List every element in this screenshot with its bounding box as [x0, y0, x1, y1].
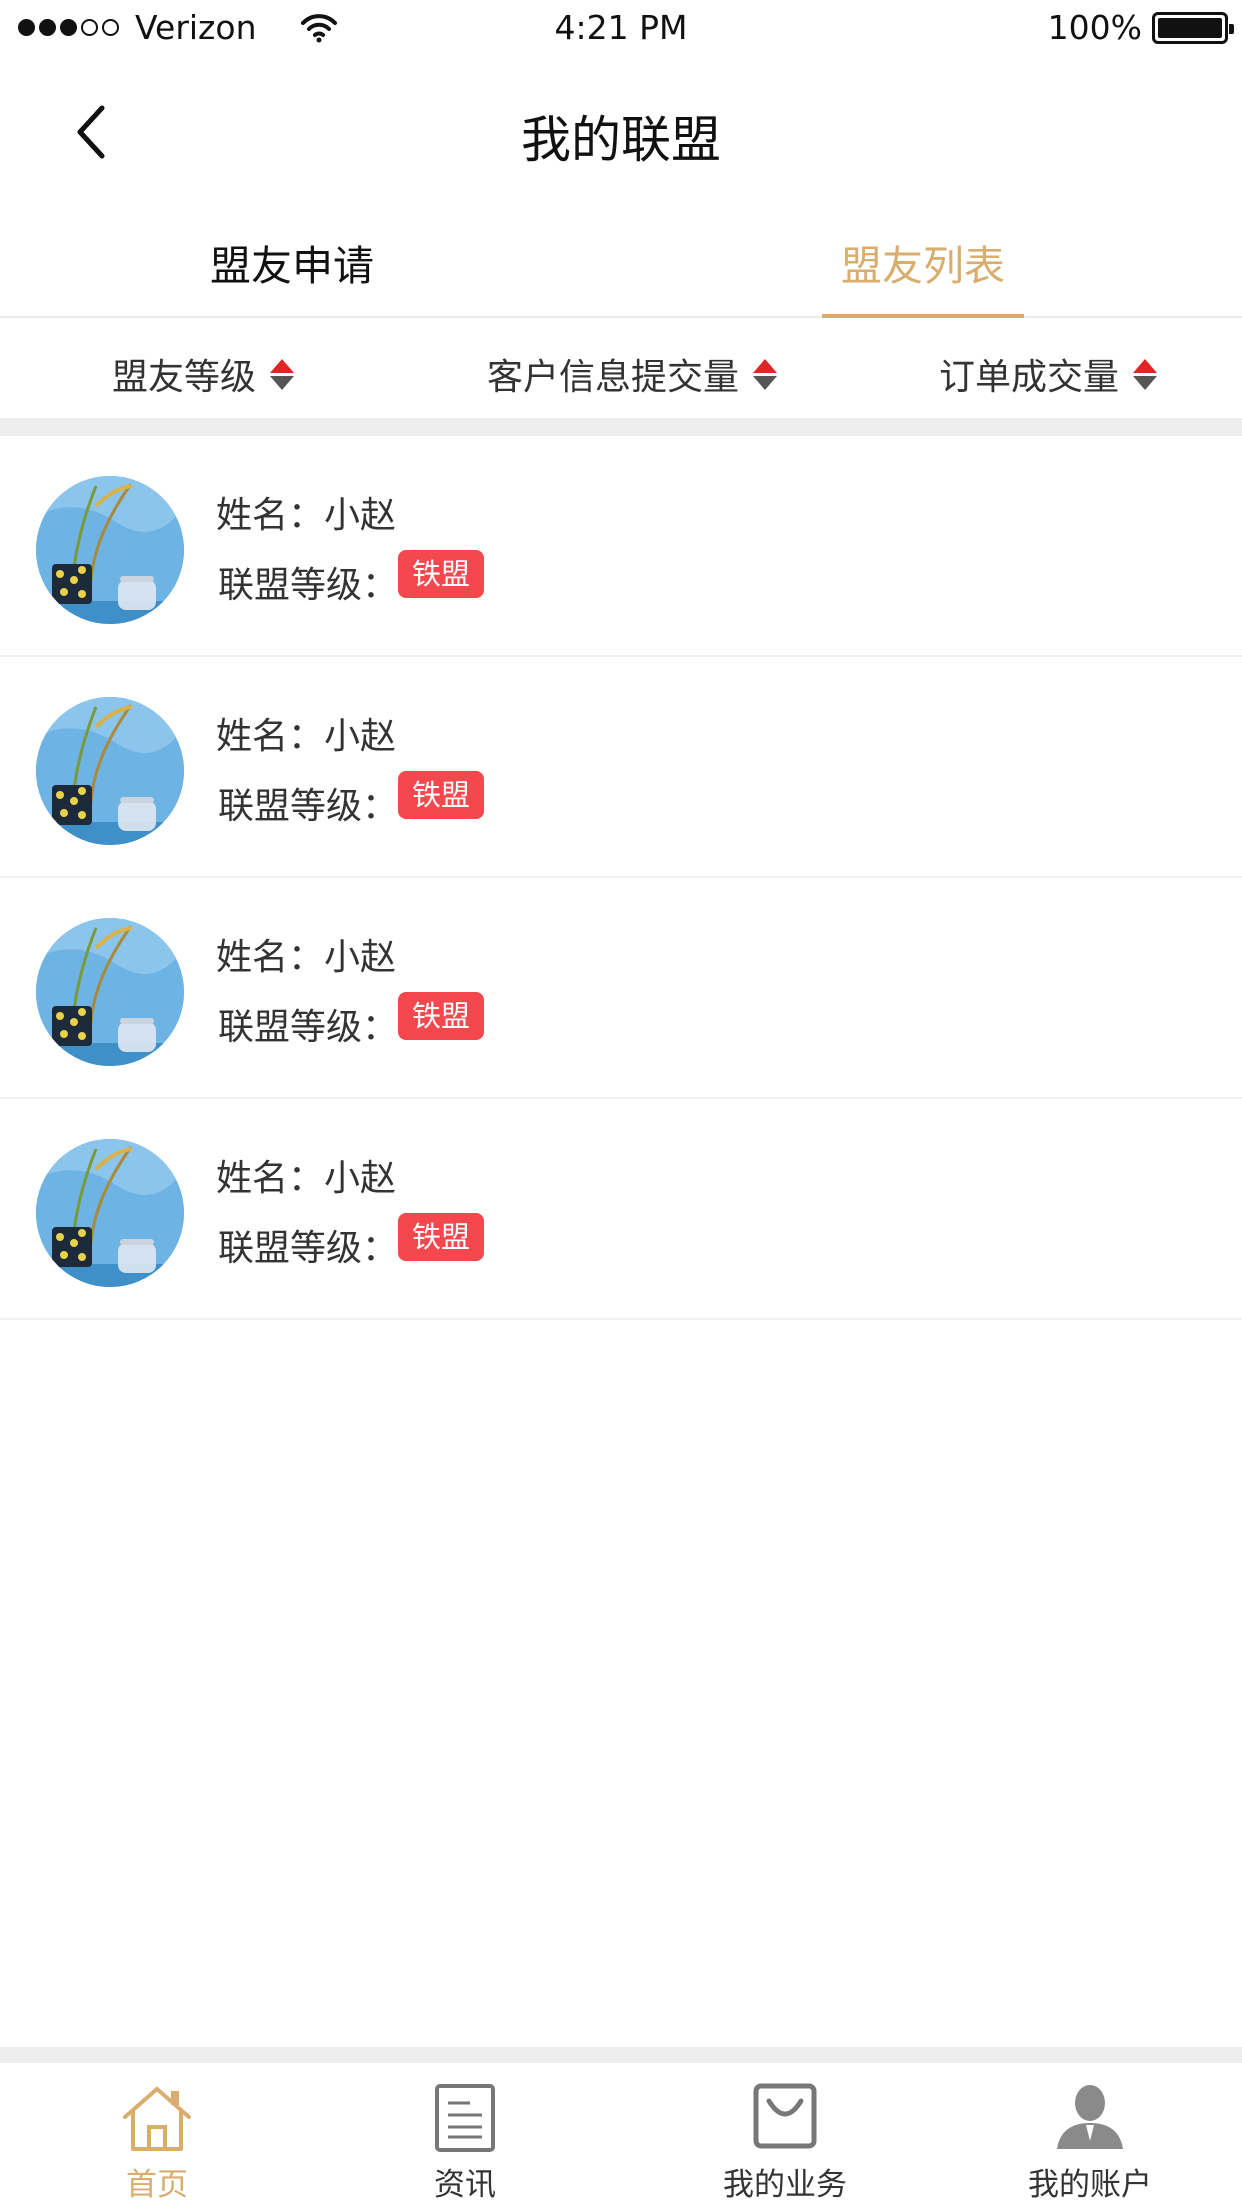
shopping-bag-icon	[753, 2083, 817, 2149]
level-badge: 铁盟	[398, 771, 485, 819]
battery-percent: 100%	[1047, 8, 1142, 47]
status-bar: Verizon 4:21 PM 100%	[0, 0, 1242, 58]
tabbar-item-news[interactable]: 资讯	[310, 2063, 620, 2208]
member-level-label: 联盟等级：	[218, 1007, 399, 1048]
avatar	[36, 918, 184, 1066]
sort-label: 客户信息提交量	[487, 357, 740, 398]
tabbar-item-account[interactable]: 我的账户	[935, 2063, 1242, 2208]
tab-ally-applications[interactable]: 盟友申请	[210, 232, 374, 318]
home-icon	[123, 2087, 191, 2151]
avatar	[36, 697, 184, 845]
list-item[interactable]: 姓名：小赵 联盟等级： 铁盟	[0, 436, 1242, 657]
tabbar-item-business[interactable]: 我的业务	[630, 2063, 940, 2208]
status-right: 100%	[1047, 8, 1234, 47]
member-level-label: 联盟等级：	[218, 565, 399, 606]
battery-icon	[1152, 11, 1234, 44]
list-item[interactable]: 姓名：小赵 联盟等级： 铁盟	[0, 878, 1242, 1099]
section-divider	[0, 418, 1242, 436]
user-icon	[1057, 2085, 1123, 2149]
tabbar-label: 首页	[126, 2167, 188, 2203]
tab-ally-list[interactable]: 盟友列表	[822, 232, 1024, 318]
segment-tabs: 盟友申请 盟友列表	[0, 214, 1242, 318]
sort-bar: 盟友等级 客户信息提交量 订单成交量	[0, 320, 1242, 418]
member-list: 姓名：小赵 联盟等级： 铁盟 姓名：小赵 联盟等级： 铁盟 姓名：小赵 联盟等级…	[0, 436, 1242, 1320]
sort-ally-level[interactable]: 盟友等级	[112, 348, 295, 400]
tab-label: 盟友申请	[210, 242, 374, 290]
member-level-label: 联盟等级：	[218, 1228, 399, 1269]
tabbar-item-home[interactable]: 首页	[2, 2063, 312, 2208]
nav-bar: 我的联盟	[0, 58, 1242, 214]
member-name: 姓名：小赵	[216, 716, 397, 757]
sort-label: 盟友等级	[112, 357, 257, 398]
avatar	[36, 476, 184, 624]
level-badge: 铁盟	[398, 992, 485, 1040]
sort-arrows-icon	[1133, 358, 1158, 390]
tabbar-label: 我的业务	[723, 2167, 847, 2203]
member-name: 姓名：小赵	[216, 495, 397, 536]
level-badge: 铁盟	[398, 550, 485, 598]
sort-label: 订单成交量	[939, 357, 1120, 398]
sort-arrows-icon	[270, 358, 295, 390]
screen: Verizon 4:21 PM 100% 我的联盟 盟友申请 盟友列表 盟友等级…	[0, 0, 1242, 2208]
tab-label: 盟友列表	[841, 242, 1005, 290]
document-icon	[435, 2084, 495, 2152]
tabbar-label: 资讯	[434, 2167, 496, 2203]
page-title: 我的联盟	[521, 111, 721, 169]
avatar	[36, 1139, 184, 1287]
list-item[interactable]: 姓名：小赵 联盟等级： 铁盟	[0, 657, 1242, 878]
sort-arrows-icon	[753, 358, 778, 390]
member-level-label: 联盟等级：	[218, 786, 399, 827]
sort-order-volume[interactable]: 订单成交量	[939, 348, 1158, 400]
tabbar-divider	[0, 2047, 1242, 2063]
bottom-tab-bar: 首页 资讯 我的业务 我的账户	[0, 2063, 1242, 2208]
list-item[interactable]: 姓名：小赵 联盟等级： 铁盟	[0, 1099, 1242, 1320]
member-name: 姓名：小赵	[216, 1158, 397, 1199]
sort-customer-submissions[interactable]: 客户信息提交量	[487, 348, 778, 400]
active-tab-indicator	[822, 314, 1024, 318]
member-name: 姓名：小赵	[216, 937, 397, 978]
level-badge: 铁盟	[398, 1213, 485, 1261]
tabbar-label: 我的账户	[1028, 2167, 1152, 2203]
